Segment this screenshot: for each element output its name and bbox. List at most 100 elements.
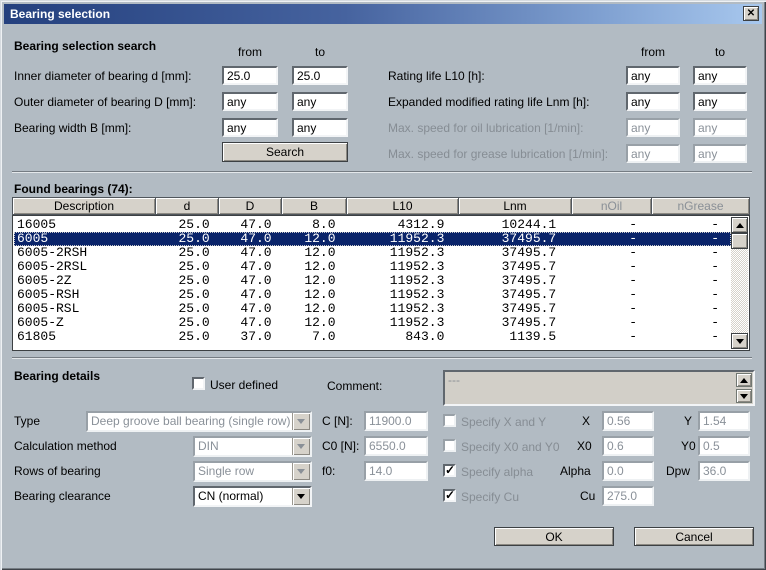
table-cell: 11952.3 (344, 232, 455, 246)
scroll-up-button[interactable] (731, 217, 748, 233)
column-header-nOil[interactable]: nOil (572, 198, 651, 214)
table-cell: 25.0 (156, 288, 218, 302)
table-row[interactable]: 1600525.047.08.04312.910244.1-- (14, 218, 731, 232)
grease-speed-to-input (693, 144, 747, 163)
c0-label: C0 [N]: (322, 439, 359, 453)
results-scrollbar[interactable] (731, 217, 748, 349)
specify-x0y0-checkbox (443, 439, 456, 452)
table-cell: 11952.3 (344, 260, 455, 274)
dropdown-arrow-button (292, 413, 310, 430)
ok-button[interactable]: OK (494, 527, 614, 546)
table-cell: 25.0 (156, 246, 218, 260)
dropdown-arrow-button[interactable] (292, 488, 310, 505)
divider-results-details (12, 357, 752, 359)
table-cell: 8.0 (280, 218, 344, 232)
comment-scroll-down-button[interactable] (736, 389, 752, 403)
table-row[interactable]: 600525.047.012.011952.337495.7-- (14, 232, 731, 246)
rating-life-to-input[interactable] (693, 66, 747, 85)
table-row[interactable]: 6005-2Z25.047.012.011952.337495.7-- (14, 274, 731, 288)
column-header-D[interactable]: D (219, 198, 281, 214)
title-bar[interactable]: Bearing selection ✕ (4, 4, 762, 24)
outer-diameter-from-input[interactable] (222, 92, 278, 111)
arrow-up-icon (736, 223, 744, 228)
y-label: Y (684, 414, 692, 428)
bearing-width-label: Bearing width B [mm]: (14, 121, 131, 135)
table-cell: - (566, 246, 645, 260)
arrow-down-icon (736, 339, 744, 344)
alpha-label: Alpha (560, 464, 591, 478)
table-cell: - (566, 330, 645, 344)
results-list[interactable]: 1600525.047.08.04312.910244.1--600525.04… (12, 215, 750, 351)
expanded-life-from-input[interactable] (626, 92, 680, 111)
table-cell: - (566, 288, 645, 302)
table-cell: 16005 (14, 218, 156, 232)
bearing-width-from-input[interactable] (222, 118, 278, 137)
table-cell: 12.0 (280, 288, 344, 302)
table-cell: 47.0 (218, 260, 280, 274)
cu-input (602, 486, 654, 506)
table-row[interactable]: 6180525.037.07.0843.01139.5-- (14, 330, 731, 344)
expanded-life-to-input[interactable] (693, 92, 747, 111)
inner-diameter-to-input[interactable] (292, 66, 348, 85)
table-cell: - (645, 232, 731, 246)
table-cell: 12.0 (280, 246, 344, 260)
table-cell: 25.0 (156, 302, 218, 316)
oil-speed-label: Max. speed for oil lubrication [1/min]: (388, 121, 583, 135)
table-cell: 7.0 (280, 330, 344, 344)
column-header-Lnm[interactable]: Lnm (459, 198, 571, 214)
table-row[interactable]: 6005-Z25.047.012.011952.337495.7-- (14, 316, 731, 330)
table-cell: 25.0 (156, 260, 218, 274)
to-column-label-left: to (292, 45, 348, 59)
table-row[interactable]: 6005-2RSH25.047.012.011952.337495.7-- (14, 246, 731, 260)
scrollbar-thumb[interactable] (731, 233, 748, 249)
table-cell: 37.0 (218, 330, 280, 344)
table-cell: 37495.7 (454, 260, 566, 274)
rating-life-from-input[interactable] (626, 66, 680, 85)
type-value: Deep groove ball bearing (single row) (91, 414, 290, 429)
outer-diameter-to-input[interactable] (292, 92, 348, 111)
user-defined-checkbox[interactable] (192, 377, 205, 390)
table-cell: 12.0 (280, 302, 344, 316)
cu-label: Cu (580, 489, 595, 503)
table-row[interactable]: 6005-RSL25.047.012.011952.337495.7-- (14, 302, 731, 316)
table-row[interactable]: 6005-RSH25.047.012.011952.337495.7-- (14, 288, 731, 302)
specify-cu-checkbox[interactable]: ✓ (443, 489, 456, 502)
column-header-L10[interactable]: L10 (347, 198, 458, 214)
inner-diameter-from-input[interactable] (222, 66, 278, 85)
specify-cu-label: Specify Cu (461, 490, 519, 504)
x0-label: X0 (577, 439, 592, 453)
bearing-width-to-input[interactable] (292, 118, 348, 137)
scroll-down-button[interactable] (731, 333, 748, 349)
from-column-label-left: from (222, 45, 278, 59)
table-cell: 37495.7 (454, 232, 566, 246)
table-cell: 25.0 (156, 218, 218, 232)
alpha-input (602, 461, 654, 481)
table-cell: 1139.5 (454, 330, 566, 344)
arrow-down-icon (740, 394, 748, 399)
dropdown-arrow-button (292, 463, 310, 480)
column-header-nGrease[interactable]: nGrease (652, 198, 749, 214)
table-cell: - (566, 302, 645, 316)
table-row[interactable]: 6005-2RSL25.047.012.011952.337495.7-- (14, 260, 731, 274)
specify-alpha-checkbox[interactable]: ✓ (443, 464, 456, 477)
close-button[interactable]: ✕ (743, 6, 759, 21)
chevron-down-icon (297, 494, 305, 499)
comment-scroll-up-button[interactable] (736, 373, 752, 387)
table-cell: - (645, 218, 731, 232)
specify-alpha-label: Specify alpha (461, 465, 533, 479)
dpw-label: Dpw (666, 464, 690, 478)
column-header-Description[interactable]: Description (13, 198, 155, 214)
column-header-d[interactable]: d (156, 198, 218, 214)
cancel-button[interactable]: Cancel (634, 527, 754, 546)
calculation-method-label: Calculation method (14, 439, 117, 453)
bearing-clearance-dropdown[interactable]: CN (normal) (193, 486, 312, 507)
search-button[interactable]: Search (222, 142, 348, 162)
column-header-B[interactable]: B (282, 198, 346, 214)
table-cell: - (645, 288, 731, 302)
dpw-input (698, 461, 750, 481)
grease-speed-label: Max. speed for grease lubrication [1/min… (388, 147, 608, 161)
table-cell: 6005-2Z (14, 274, 156, 288)
table-cell: 47.0 (218, 288, 280, 302)
table-cell: - (566, 218, 645, 232)
rows-of-bearing-value: Single row (198, 464, 254, 479)
